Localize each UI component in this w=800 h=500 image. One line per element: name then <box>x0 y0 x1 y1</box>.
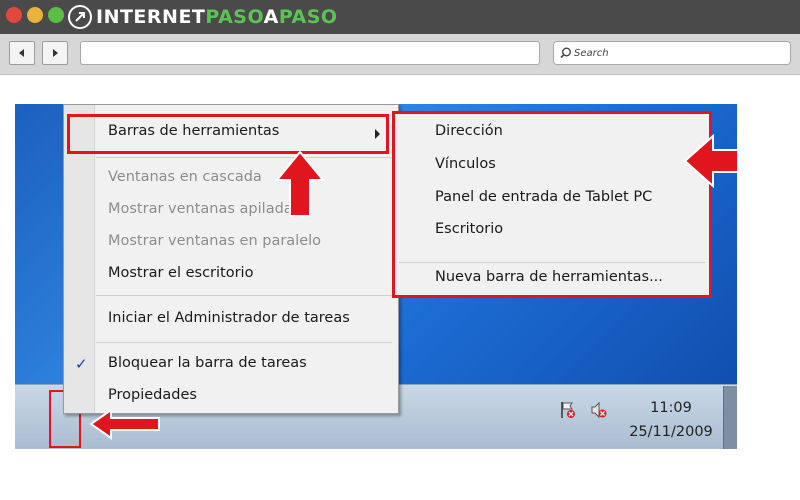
clock-time: 11:09 <box>650 400 692 416</box>
taskbar-context-menu: Barras de herramientas Ventanas en casca… <box>63 104 399 414</box>
menu-separator <box>96 157 392 158</box>
search-placeholder: Search <box>574 47 609 59</box>
menu-separator <box>96 342 392 343</box>
forward-button[interactable] <box>42 41 68 65</box>
menu-item-cascade[interactable]: Ventanas en cascada <box>108 169 262 185</box>
action-center-flag-icon[interactable] <box>558 400 578 424</box>
checkmark-icon: ✓ <box>75 355 88 373</box>
logo-text-paso: PASO <box>205 6 264 28</box>
menu-item-side-by-side[interactable]: Mostrar ventanas en paralelo <box>108 233 321 249</box>
left-arrow-icon <box>683 133 737 189</box>
toolbars-highlight-box <box>67 114 389 154</box>
logo-text-a: A <box>263 6 279 28</box>
search-icon <box>560 47 571 59</box>
submenu-item-desktop[interactable]: Escritorio <box>435 221 503 237</box>
menu-item-stacked[interactable]: Mostrar ventanas apiladas <box>108 201 300 217</box>
maximize-window-button[interactable] <box>48 7 64 23</box>
browser-navbar: Search <box>0 34 800 75</box>
logo-icon <box>68 5 92 29</box>
back-button[interactable] <box>9 41 35 65</box>
submenu-separator <box>399 262 705 263</box>
site-logo: INTERNETPASOAPASO <box>68 4 338 30</box>
windows-screenshot: 11:09 25/11/2009 Barras de herramientas … <box>15 104 737 449</box>
logo-text-paso2: PASO <box>278 6 338 28</box>
clock-date: 25/11/2009 <box>629 424 713 440</box>
close-window-button[interactable] <box>6 7 22 23</box>
submenu-item-links[interactable]: Vínculos <box>435 156 496 172</box>
address-bar[interactable] <box>80 41 540 65</box>
menu-item-lock-taskbar[interactable]: Bloquear la barra de tareas <box>108 355 307 371</box>
toolbars-submenu: Dirección Vínculos Panel de entrada de T… <box>392 111 712 298</box>
menu-separator <box>96 295 392 296</box>
submenu-item-address[interactable]: Dirección <box>435 123 503 139</box>
logo-text-internet: INTERNET <box>96 6 206 28</box>
show-desktop-button[interactable] <box>723 386 737 449</box>
forward-arrow-icon <box>53 49 58 57</box>
minimize-window-button[interactable] <box>27 7 43 23</box>
volume-muted-icon[interactable] <box>589 400 609 424</box>
taskbar-clock[interactable]: 11:09 25/11/2009 <box>619 396 723 444</box>
search-input[interactable]: Search <box>553 41 791 65</box>
menu-item-task-manager[interactable]: Iniciar el Administrador de tareas <box>108 310 350 326</box>
browser-titlebar: INTERNETPASOAPASO <box>0 0 800 34</box>
submenu-item-tablet[interactable]: Panel de entrada de Tablet PC <box>435 189 652 205</box>
submenu-item-new-toolbar[interactable]: Nueva barra de herramientas... <box>435 269 663 285</box>
menu-item-show-desktop[interactable]: Mostrar el escritorio <box>108 265 253 281</box>
up-arrow-icon <box>275 150 325 217</box>
menu-item-properties[interactable]: Propiedades <box>108 387 197 403</box>
back-arrow-icon <box>19 49 24 57</box>
left-arrow-icon <box>89 408 160 440</box>
